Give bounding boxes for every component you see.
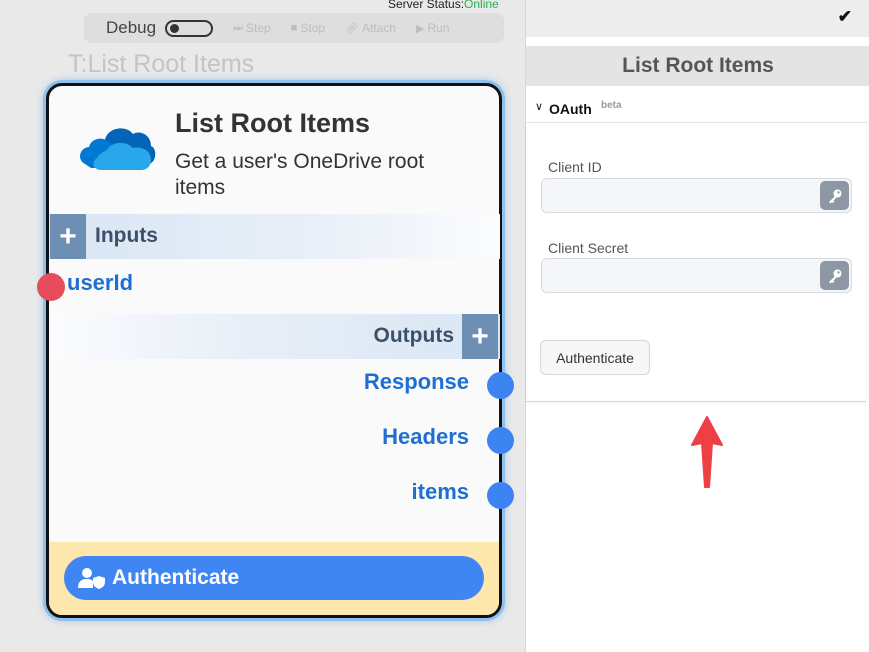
debug-label: Debug	[106, 18, 157, 37]
key-icon	[828, 189, 841, 203]
output-port-headers[interactable]	[487, 427, 514, 454]
panel-title: List Root Items	[526, 46, 869, 86]
attach-label: Attach	[362, 21, 397, 35]
step-button[interactable]: ⏭ Step	[233, 21, 271, 35]
step-label: Step	[246, 21, 271, 35]
node-header: List Root Items Get a user's OneDrive ro…	[49, 86, 499, 216]
node-title: List Root Items	[175, 108, 371, 138]
add-input-button[interactable]: +	[50, 214, 86, 259]
list-root-items-node[interactable]: List Root Items Get a user's OneDrive ro…	[37, 83, 514, 618]
inputs-section-header: + Inputs	[49, 214, 500, 259]
check-icon[interactable]: ✔	[838, 7, 852, 27]
client-secret-key-button[interactable]	[820, 261, 849, 290]
play-icon: ▶	[416, 22, 425, 35]
node-footer: Authenticate	[49, 542, 499, 615]
stop-label: Stop	[300, 21, 326, 35]
chevron-down-icon: ∨	[535, 101, 544, 113]
node-authenticate-label: Authenticate	[112, 566, 240, 589]
server-status-label: Server Status:	[388, 0, 465, 11]
node-ghost-title: T:List Root Items	[68, 50, 255, 78]
stop-icon: ■	[290, 22, 298, 34]
debug-toolbar: Debug ⏭ Step ■ Stop 🔗︎ Attach ▶ Run	[84, 13, 504, 43]
oauth-section-body: Client ID Client Secret Authenticate	[526, 123, 866, 402]
add-output-button[interactable]: +	[462, 314, 498, 359]
client-id-label: Client ID	[548, 159, 602, 175]
client-id-field[interactable]	[541, 178, 852, 213]
run-label: Run	[427, 21, 450, 35]
stop-button[interactable]: ■ Stop	[291, 21, 325, 35]
run-button[interactable]: ▶ Run	[416, 21, 449, 35]
output-port-response[interactable]	[487, 372, 514, 399]
client-secret-label: Client Secret	[548, 240, 629, 256]
output-headers-label: Headers	[382, 424, 469, 449]
panel-authenticate-button[interactable]: Authenticate	[540, 340, 650, 375]
client-secret-field[interactable]	[541, 258, 852, 293]
inputs-label: Inputs	[95, 224, 158, 247]
oauth-section-header[interactable]: ∨ OAuth beta	[526, 94, 868, 123]
panel-toolbar: ✔	[526, 0, 869, 37]
server-status-value: Online	[464, 0, 499, 11]
node-description: Get a user's OneDrive root items	[175, 150, 425, 199]
input-userid-label: userId	[67, 270, 134, 295]
properties-panel: ✔ List Root Items ∨ OAuth beta Client ID…	[525, 0, 869, 652]
step-icon: ⏭	[233, 21, 244, 34]
attach-button[interactable]: 🔗︎ Attach	[345, 21, 396, 35]
client-id-key-button[interactable]	[820, 181, 849, 210]
output-port-items[interactable]	[487, 482, 514, 509]
debug-toggle[interactable]	[165, 19, 214, 37]
beta-badge: beta	[601, 100, 622, 111]
link-icon: 🔗︎	[345, 22, 360, 35]
key-icon	[828, 269, 841, 283]
oauth-section-title: OAuth	[549, 101, 592, 117]
outputs-section-header: Outputs +	[49, 314, 500, 359]
node-authenticate-button[interactable]: Authenticate	[64, 556, 484, 600]
server-status: Server Status:Online	[388, 0, 499, 11]
user-shield-icon	[78, 568, 105, 589]
plus-icon: +	[59, 219, 77, 253]
onedrive-cloud-icon	[80, 128, 156, 170]
output-items-label: items	[411, 479, 469, 504]
outputs-label: Outputs	[373, 324, 454, 347]
red-arrow-annotation	[691, 416, 723, 488]
plus-icon: +	[471, 319, 489, 353]
input-port-userid[interactable]	[37, 273, 65, 301]
output-response-label: Response	[363, 369, 469, 394]
